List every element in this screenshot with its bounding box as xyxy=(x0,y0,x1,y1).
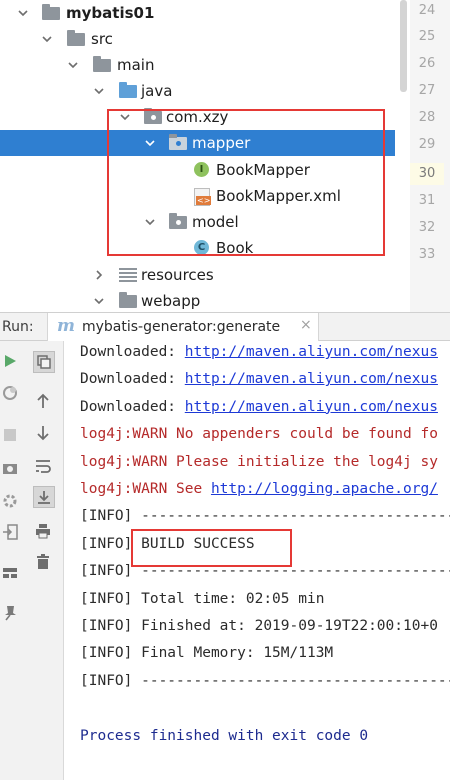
folder-icon xyxy=(119,292,137,310)
folder-icon xyxy=(67,30,85,48)
chevron-down-icon[interactable] xyxy=(92,294,106,308)
project-tree[interactable]: mybatis01 src main java com.xzy mapper I… xyxy=(0,0,395,312)
tree-item-label: resources xyxy=(141,266,214,284)
console-line: log4j:WARN Please initialize the log4j s… xyxy=(80,454,438,470)
console-line: [INFO] Total time: 02:05 min xyxy=(80,591,324,607)
line-number: 24 xyxy=(418,3,436,18)
console-link[interactable]: http://logging.apache.org/ xyxy=(211,481,438,497)
console-line-text: [INFO] Finished at: 2019-09-19T22:00:10+… xyxy=(80,618,438,634)
console-link[interactable]: http://maven.aliyun.com/nexus xyxy=(185,399,438,415)
folder-icon xyxy=(93,56,111,74)
highlight-box xyxy=(107,109,385,256)
print-icon[interactable] xyxy=(33,521,53,541)
console-line-text: log4j:WARN No appenders could be found f… xyxy=(80,426,438,443)
line-number: 33 xyxy=(418,247,436,262)
trash-icon[interactable] xyxy=(33,552,53,572)
chevron-right-icon[interactable] xyxy=(92,268,106,282)
console-line-text: log4j:WARN See xyxy=(80,481,211,497)
login-icon[interactable] xyxy=(0,522,20,542)
run-tab-title: mybatis-generator:generate xyxy=(82,319,281,335)
line-number: 32 xyxy=(418,220,436,235)
run-tab[interactable]: m mybatis-generator:generate × xyxy=(47,313,319,341)
chevron-down-icon[interactable] xyxy=(66,58,80,72)
tree-item-mybatis01[interactable]: mybatis01 xyxy=(0,0,395,26)
module-folder-icon xyxy=(42,4,60,22)
scrollbar-thumb[interactable] xyxy=(400,0,407,92)
tree-item-label: java xyxy=(141,82,173,100)
line-number: 31 xyxy=(418,193,436,208)
up-arrow-icon[interactable] xyxy=(33,391,53,411)
line-number-gutter: 24 25 26 27 28 29 30 31 32 33 xyxy=(410,0,450,312)
console-line: [INFO] ---------------------------------… xyxy=(80,508,450,524)
tree-item-src[interactable]: src xyxy=(0,26,395,52)
maven-icon: m xyxy=(57,316,75,336)
scroll-to-end-icon[interactable] xyxy=(33,486,55,508)
line-number-current: 30 xyxy=(410,163,444,185)
console-line-text: Process finished with exit code 0 xyxy=(80,727,369,744)
console-line-text: log4j:WARN Please initialize the log4j s… xyxy=(80,453,438,470)
tree-item-main[interactable]: main xyxy=(0,52,395,78)
chevron-down-icon[interactable] xyxy=(40,32,54,46)
settings-icon[interactable] xyxy=(0,491,20,511)
console-line: Downloaded: http://maven.aliyun.com/nexu… xyxy=(80,399,438,415)
run-label: Run: xyxy=(2,319,34,335)
down-arrow-icon[interactable] xyxy=(33,423,53,443)
console-line: log4j:WARN See http://logging.apache.org… xyxy=(80,481,438,497)
console-line-text: [INFO] ---------------------------------… xyxy=(80,508,450,525)
tree-item-label: webapp xyxy=(141,292,201,310)
close-icon[interactable]: × xyxy=(300,317,312,333)
console-line-text: Downloaded: xyxy=(80,344,185,360)
line-number: 29 xyxy=(418,137,436,152)
camera-icon[interactable] xyxy=(0,458,20,478)
tree-item-label: main xyxy=(117,56,155,74)
soft-wrap-icon[interactable] xyxy=(33,456,53,476)
console-line-text: [INFO] Total time: 02:05 min xyxy=(80,590,325,607)
highlight-box xyxy=(131,529,292,567)
layout-icon[interactable] xyxy=(0,563,20,583)
pin-icon[interactable] xyxy=(0,603,20,623)
tree-item-label: src xyxy=(91,30,113,48)
run-toolbar xyxy=(0,341,64,780)
resources-folder-icon xyxy=(119,266,137,284)
console-line-text: [INFO] ---------------------------------… xyxy=(80,672,450,689)
console-line-text: Downloaded: xyxy=(80,398,185,415)
console-line-text: Downloaded: xyxy=(80,371,185,388)
console-line: [INFO] Final Memory: 15M/113M xyxy=(80,645,333,661)
console-link[interactable]: http://maven.aliyun.com/nexus xyxy=(185,344,438,360)
chevron-down-icon[interactable] xyxy=(92,84,106,98)
source-folder-icon xyxy=(119,82,137,100)
console-link[interactable]: http://maven.aliyun.com/nexus xyxy=(185,371,438,387)
tree-item-label: mybatis01 xyxy=(66,4,155,22)
console-line: [INFO] ---------------------------------… xyxy=(80,673,450,689)
line-number: 27 xyxy=(418,83,436,98)
line-number: 26 xyxy=(418,56,436,71)
console-line: Downloaded: http://maven.aliyun.com/nexu… xyxy=(80,344,438,360)
restore-layout-icon[interactable] xyxy=(0,383,20,403)
tree-item-resources[interactable]: resources xyxy=(0,262,395,288)
line-number: 25 xyxy=(418,29,436,44)
tree-item-java[interactable]: java xyxy=(0,78,395,104)
console-line: [INFO] Finished at: 2019-09-19T22:00:10+… xyxy=(80,618,438,634)
console-line: log4j:WARN No appenders could be found f… xyxy=(80,426,438,442)
console-line: Downloaded: http://maven.aliyun.com/nexu… xyxy=(80,371,438,387)
tree-item-webapp[interactable]: webapp xyxy=(0,288,395,312)
restore-layout-icon[interactable] xyxy=(33,351,55,373)
run-panel-header: Run: m mybatis-generator:generate × xyxy=(0,312,450,341)
process-exit-line: Process finished with exit code 0 xyxy=(80,728,368,744)
line-number: 28 xyxy=(418,110,436,125)
rerun-icon[interactable] xyxy=(0,351,20,371)
console-line-text: [INFO] Final Memory: 15M/113M xyxy=(80,645,334,662)
chevron-down-icon[interactable] xyxy=(16,6,30,20)
stop-icon[interactable] xyxy=(0,425,20,445)
